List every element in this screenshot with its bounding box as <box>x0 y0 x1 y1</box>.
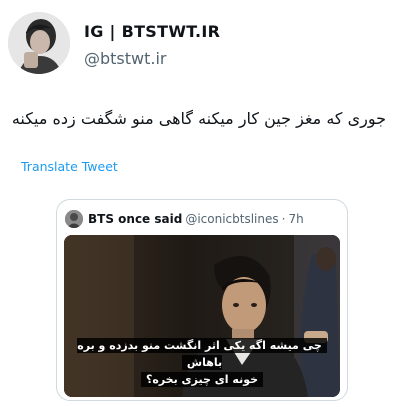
quoted-tweet[interactable]: BTS once said @iconicbtslines · 7h چی می… <box>56 199 348 401</box>
quoted-profile-photo-icon <box>65 210 83 228</box>
quoted-timestamp[interactable]: 7h <box>288 212 303 226</box>
quoted-display-name[interactable]: BTS once said <box>88 212 182 226</box>
caption-line-1: چی میشه اگه یکی اثر انگشت منو بدزده و بر… <box>77 338 327 370</box>
quoted-tweet-header: BTS once said @iconicbtslines · 7h <box>65 209 304 229</box>
video-caption: چی میشه اگه یکی اثر انگشت منو بدزده و بر… <box>64 337 340 388</box>
separator-dot: · <box>281 212 286 226</box>
quoted-user-handle[interactable]: @iconicbtslines <box>185 212 278 226</box>
profile-photo-icon <box>8 12 70 74</box>
translate-tweet-link[interactable]: Translate Tweet <box>21 159 118 174</box>
tweet-text: جوری که مغز جین کار میکنه گاهی منو شگفت … <box>11 109 386 128</box>
avatar[interactable] <box>8 12 70 74</box>
display-name[interactable]: IG | BTSTWT.IR <box>84 22 220 41</box>
quoted-media[interactable]: چی میشه اگه یکی اثر انگشت منو بدزده و بر… <box>64 235 340 397</box>
user-handle[interactable]: @btstwt.ir <box>84 49 167 68</box>
caption-line-2: خونه ای چیزی بخره؟ <box>140 372 264 387</box>
quoted-avatar[interactable] <box>65 210 83 228</box>
tweet-header: IG | BTSTWT.IR @btstwt.ir <box>0 0 400 84</box>
